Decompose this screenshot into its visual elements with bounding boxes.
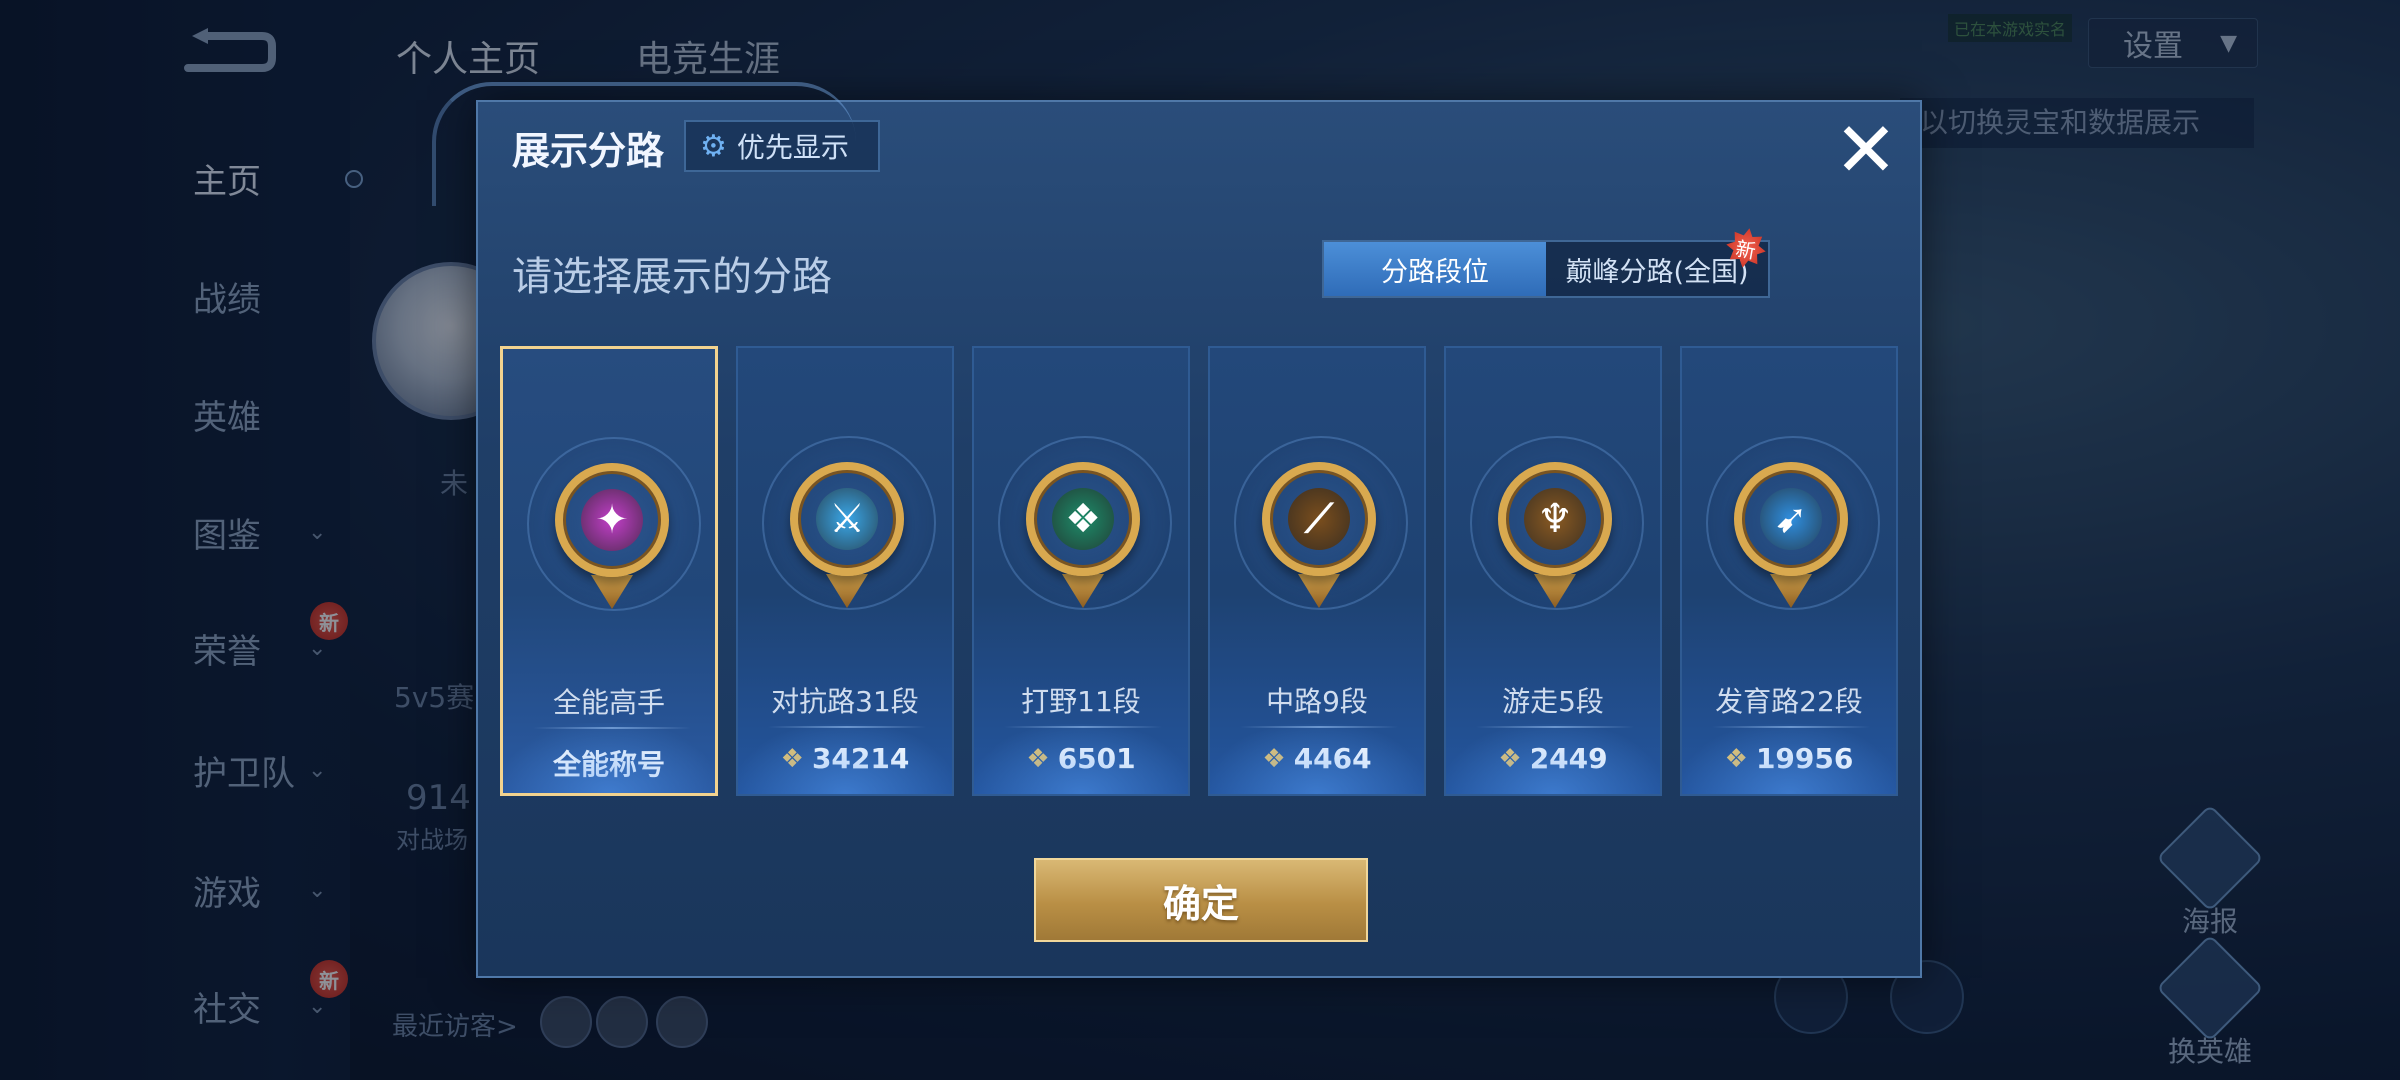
lane-emblem-icon: ♆ [1498,462,1612,576]
lane-score-value: 全能称号 [552,748,665,781]
lane-score: ❖ 19956 [1682,742,1896,775]
lane-name: 打野11段 [1021,685,1141,718]
lane-score: ❖ 34214 [738,742,952,775]
lane-card-list: ✦ 全能高手 全能称号 ⚔ 对抗路31段 ❖ 34214 ❖ 打野11段 ❖ 6501 ⟋ 中路9段 ❖ 4… [500,346,1900,798]
rank-points-icon: ❖ [1724,743,1748,774]
divider [1476,726,1634,728]
lane-score-value: 6501 [1057,742,1136,775]
divider [1004,726,1162,728]
divider [1712,726,1870,728]
lane-card[interactable]: ➹ 发育路22段 ❖ 19956 [1680,346,1898,796]
rank-points-icon: ❖ [780,743,804,774]
lane-symbol-icon: ⟋ [1288,488,1350,550]
divider [768,726,926,728]
tab-peak-lane[interactable]: 巅峰分路(全国) 新 [1546,242,1768,296]
lane-symbol-icon: ✦ [581,489,643,551]
lane-emblem-icon: ❖ [1026,462,1140,576]
lane-card[interactable]: ✦ 全能高手全能称号 [500,346,718,796]
lane-name: 发育路22段 [1715,685,1863,718]
lane-emblem-icon: ➹ [1734,462,1848,576]
lane-symbol-icon: ⚔ [816,488,878,550]
lane-name: 中路9段 [1266,685,1368,718]
lane-score: ❖ 6501 [974,742,1188,775]
rank-points-icon: ❖ [1498,743,1522,774]
tab-peak-lane-label: 巅峰分路(全国) [1565,256,1749,288]
lane-emblem-icon: ✦ [555,463,669,577]
lane-name: 游走5段 [1502,685,1604,718]
lane-card[interactable]: ❖ 打野11段 ❖ 6501 [972,346,1190,796]
dialog-title: 展示分路 [512,129,665,173]
lane-score-value: 4464 [1293,742,1372,775]
priority-display-button[interactable]: ⚙ 优先显示 [684,120,880,172]
rank-points-icon: ❖ [1262,743,1286,774]
gear-icon: ⚙ [700,128,727,164]
lane-emblem-icon: ⟋ [1262,462,1376,576]
lane-card[interactable]: ♆ 游走5段 ❖ 2449 [1444,346,1662,796]
lane-score-value: 2449 [1529,742,1608,775]
lane-emblem-icon: ⚔ [790,462,904,576]
priority-display-label: 优先显示 [736,131,849,164]
lane-score-value: 19956 [1755,742,1854,775]
rank-points-icon: ❖ [1026,743,1050,774]
lane-card[interactable]: ⚔ 对抗路31段 ❖ 34214 [736,346,954,796]
tab-lane-rank[interactable]: 分路段位 [1324,242,1546,296]
dialog-subtitle: 请选择展示的分路 [512,254,832,300]
lane-name: 全能高手 [552,686,665,719]
lane-score: ❖ 2449 [1446,742,1660,775]
lane-score: 全能称号 [503,743,715,783]
lane-score: ❖ 4464 [1210,742,1424,775]
lane-type-segmented-control: 分路段位 巅峰分路(全国) 新 [1322,240,1770,298]
lane-symbol-icon: ♆ [1524,488,1586,550]
lane-name: 对抗路31段 [771,685,919,718]
divider [533,727,691,729]
confirm-button[interactable]: 确定 [1034,858,1368,942]
lane-symbol-icon: ➹ [1760,488,1822,550]
divider [1240,726,1398,728]
lane-card[interactable]: ⟋ 中路9段 ❖ 4464 [1208,346,1426,796]
close-button[interactable]: ✕ [1828,112,1904,188]
lane-display-dialog: 展示分路 ⚙ 优先显示 ✕ 请选择展示的分路 分路段位 巅峰分路(全国) 新 ✦… [432,82,1922,978]
lane-symbol-icon: ❖ [1052,488,1114,550]
lane-score-value: 34214 [811,742,910,775]
